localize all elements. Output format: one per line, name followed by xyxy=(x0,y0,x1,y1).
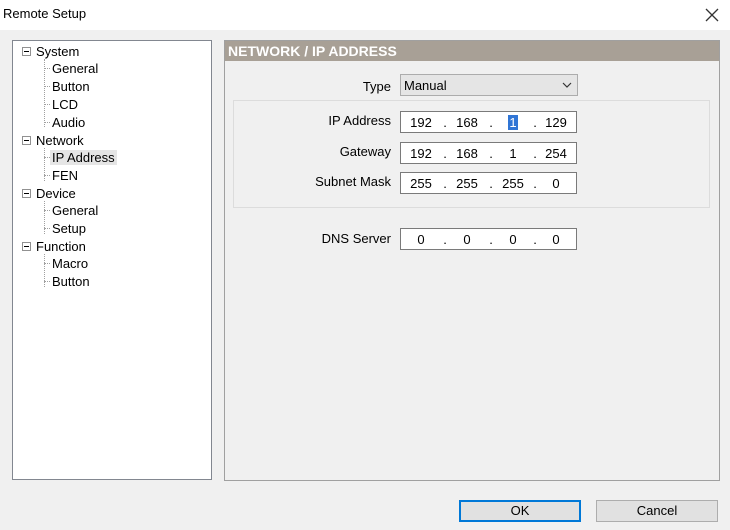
mask-octet[interactable]: 255 xyxy=(495,176,531,191)
type-select[interactable]: Manual xyxy=(400,74,578,96)
tree-item-device-general[interactable]: General xyxy=(50,202,100,219)
ip-octet[interactable]: 168 xyxy=(449,115,485,130)
dns-octet[interactable]: 0 xyxy=(403,232,439,247)
gateway-octet[interactable]: 254 xyxy=(538,146,574,161)
title-bar: Remote Setup xyxy=(0,0,730,30)
close-icon[interactable] xyxy=(700,3,724,27)
type-label: Type xyxy=(362,79,391,94)
tree-connector xyxy=(44,201,45,234)
tree-item-system-audio[interactable]: Audio xyxy=(50,114,87,131)
tree-item-function-macro[interactable]: Macro xyxy=(50,255,90,272)
octet-separator: . xyxy=(443,115,447,130)
ip-address-field[interactable]: 192 . 168 . 1 . 129 xyxy=(400,111,577,133)
tree-group-network[interactable]: Network xyxy=(34,132,86,149)
tree-group-device[interactable]: Device xyxy=(34,185,78,202)
mask-octet[interactable]: 0 xyxy=(538,176,574,191)
dns-server-field[interactable]: 0 . 0 . 0 . 0 xyxy=(400,228,577,250)
octet-separator: . xyxy=(443,146,447,161)
tree-group-function[interactable]: Function xyxy=(34,238,88,255)
network-settings-panel: NETWORK / IP ADDRESS Type Manual IP Addr… xyxy=(224,40,720,481)
chevron-down-icon xyxy=(562,82,572,88)
octet-separator: . xyxy=(489,176,493,191)
dns-octet[interactable]: 0 xyxy=(449,232,485,247)
mask-octet[interactable]: 255 xyxy=(449,176,485,191)
tree-item-device-setup[interactable]: Setup xyxy=(50,220,88,237)
tree-connector xyxy=(44,148,45,181)
mask-octet[interactable]: 255 xyxy=(403,176,439,191)
gateway-field[interactable]: 192 . 168 . 1 . 254 xyxy=(400,142,577,164)
ip-octet[interactable]: 1 xyxy=(495,115,531,130)
gateway-label: Gateway xyxy=(339,144,391,159)
subnet-mask-field[interactable]: 255 . 255 . 255 . 0 xyxy=(400,172,577,194)
tree-group-system[interactable]: System xyxy=(34,43,81,60)
tree-item-network-fen[interactable]: FEN xyxy=(50,167,80,184)
dns-octet[interactable]: 0 xyxy=(538,232,574,247)
collapse-icon[interactable] xyxy=(22,189,31,198)
octet-separator: . xyxy=(489,232,493,247)
tree-item-system-general[interactable]: General xyxy=(50,60,100,77)
subnet-mask-label: Subnet Mask xyxy=(315,174,391,189)
collapse-icon[interactable] xyxy=(22,242,31,251)
ip-octet[interactable]: 192 xyxy=(403,115,439,130)
dns-octet[interactable]: 0 xyxy=(495,232,531,247)
gateway-octet[interactable]: 168 xyxy=(449,146,485,161)
tree-connector xyxy=(44,254,45,287)
window-title: Remote Setup xyxy=(3,6,87,21)
ok-button[interactable]: OK xyxy=(459,500,581,522)
settings-tree[interactable]: System General Button LCD Audio Network … xyxy=(12,40,212,480)
tree-connector xyxy=(44,59,45,127)
collapse-icon[interactable] xyxy=(22,136,31,145)
tree-item-function-button[interactable]: Button xyxy=(50,273,92,290)
collapse-icon[interactable] xyxy=(22,47,31,56)
gateway-octet[interactable]: 192 xyxy=(403,146,439,161)
tree-item-system-lcd[interactable]: LCD xyxy=(50,96,80,113)
gateway-octet[interactable]: 1 xyxy=(495,146,531,161)
ip-address-label: IP Address xyxy=(328,113,391,128)
tree-item-system-button[interactable]: Button xyxy=(50,78,92,95)
octet-separator: . xyxy=(443,176,447,191)
panel-title: NETWORK / IP ADDRESS xyxy=(225,41,719,61)
tree-item-network-ip-address[interactable]: IP Address xyxy=(50,149,117,166)
octet-separator: . xyxy=(489,146,493,161)
dns-server-label: DNS Server xyxy=(321,231,391,246)
octet-separator: . xyxy=(443,232,447,247)
type-value: Manual xyxy=(404,78,447,93)
cancel-button[interactable]: Cancel xyxy=(596,500,718,522)
octet-separator: . xyxy=(489,115,493,130)
ip-octet[interactable]: 129 xyxy=(538,115,574,130)
